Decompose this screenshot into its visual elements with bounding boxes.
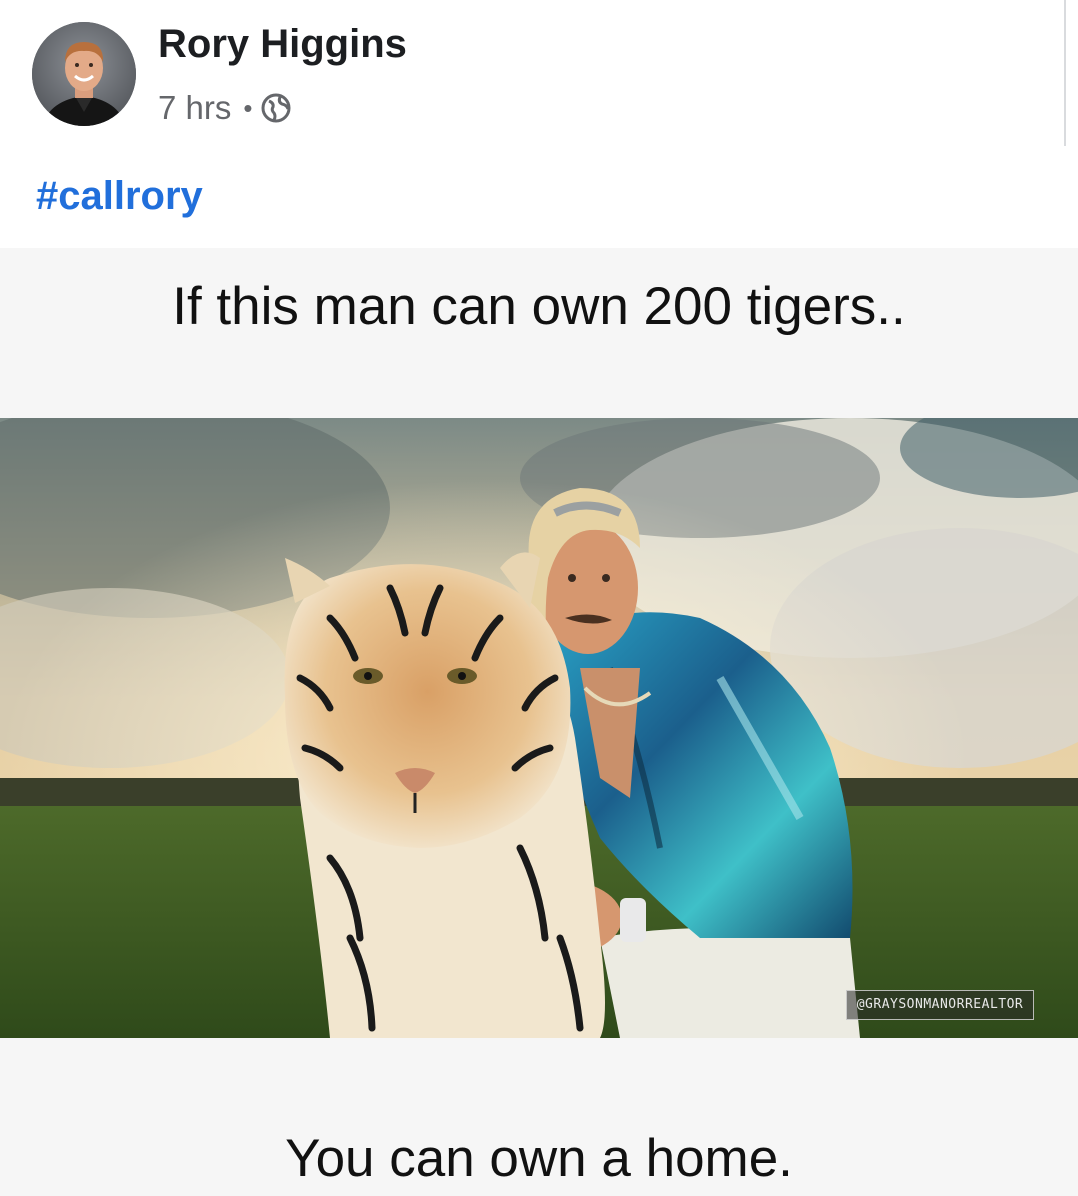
meme-photo: [0, 418, 1078, 1038]
globe-icon[interactable]: [260, 92, 292, 124]
post-header: Rory Higgins 7 hrs •: [0, 0, 1078, 150]
meme-top-caption: If this man can own 200 tigers..: [172, 277, 906, 336]
meme-bottom-caption: You can own a home.: [285, 1129, 793, 1188]
post-meta: 7 hrs •: [158, 88, 292, 128]
author-name[interactable]: Rory Higgins: [158, 22, 407, 67]
avatar-photo: [32, 22, 136, 126]
meta-separator: •: [243, 92, 253, 123]
divider: [1064, 0, 1066, 146]
image-watermark: @GRAYSONMANORREALTOR: [846, 990, 1034, 1020]
avatar[interactable]: [32, 22, 136, 126]
post-timestamp[interactable]: 7 hrs: [158, 89, 231, 127]
post-image[interactable]: If this man can own 200 tigers.. You can…: [0, 248, 1078, 1196]
post-hashtag[interactable]: #callrory: [36, 174, 203, 219]
